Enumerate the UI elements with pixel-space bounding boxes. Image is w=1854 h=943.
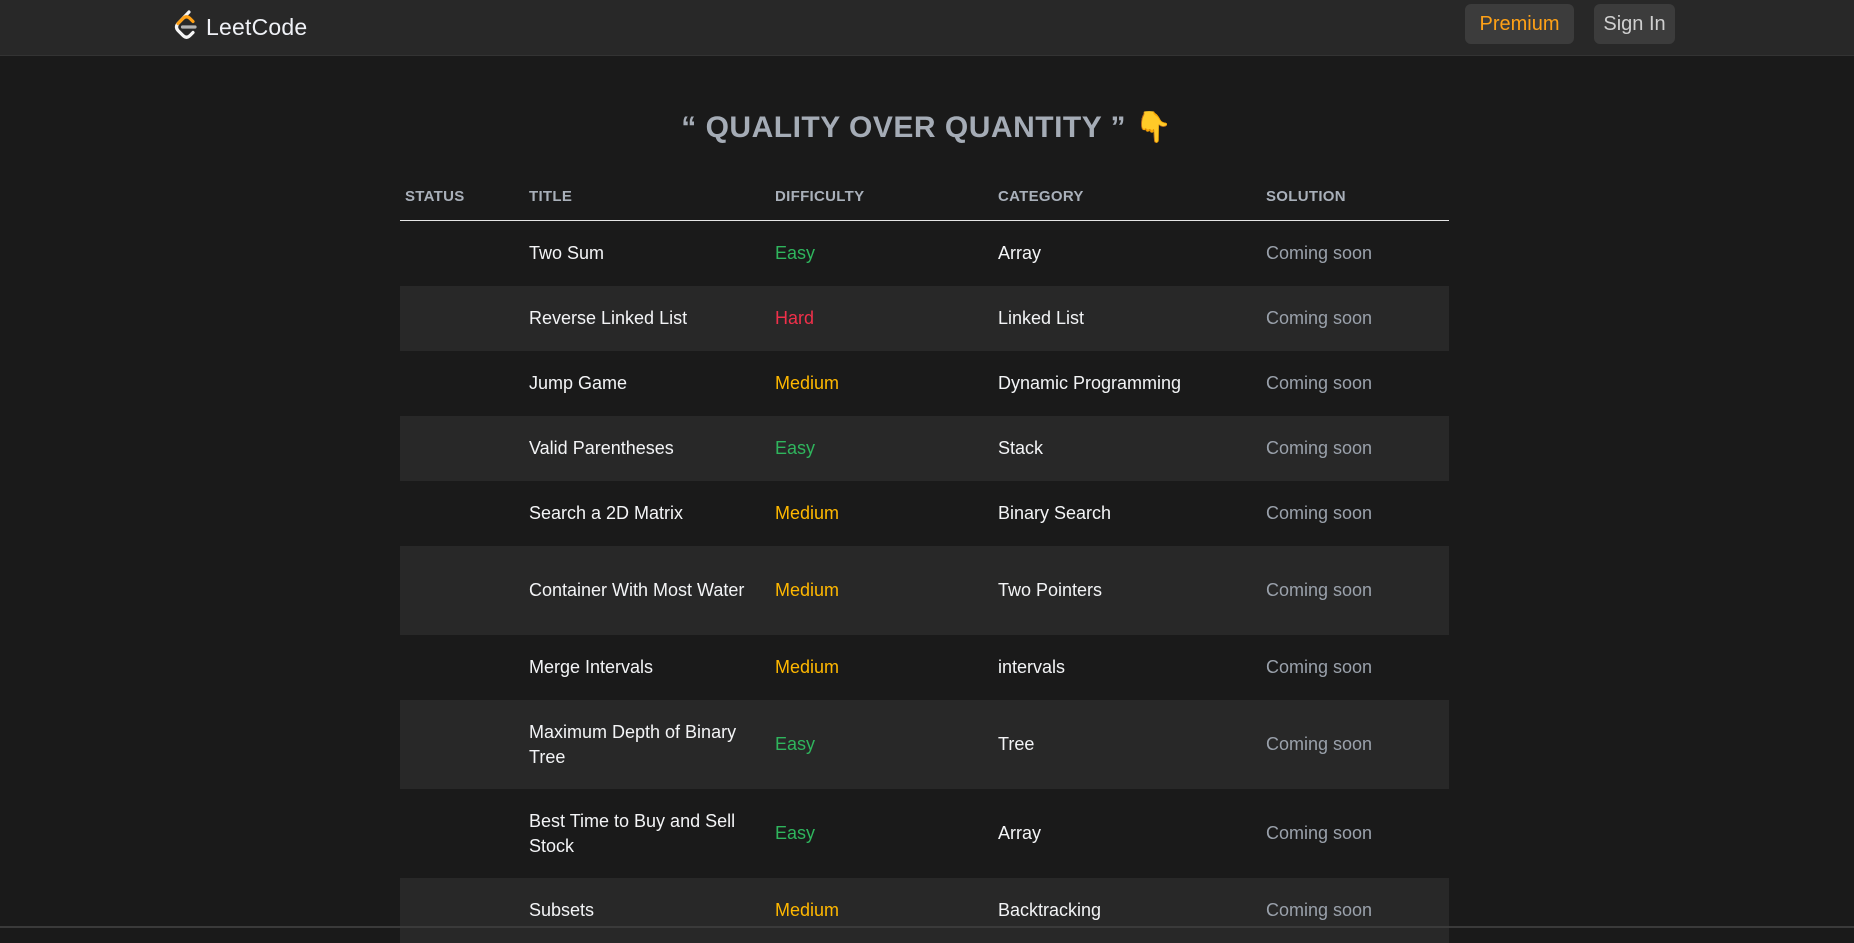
difficulty-label: Medium <box>775 580 840 600</box>
problem-title-link[interactable]: Jump Game <box>524 371 770 396</box>
solution-label: Coming soon <box>1266 734 1373 754</box>
category-label: Two Pointers <box>998 580 1103 600</box>
header-category[interactable]: CATEGORY <box>993 188 1261 205</box>
category-label: Array <box>998 243 1042 263</box>
difficulty-label: Medium <box>775 657 840 677</box>
solution-label: Coming soon <box>1266 657 1373 677</box>
table-row[interactable]: Merge Intervals Medium intervals Coming … <box>400 635 1449 700</box>
problem-title-link[interactable]: Reverse Linked List <box>524 306 770 331</box>
category-label: Tree <box>998 734 1035 754</box>
page-headline: “ QUALITY OVER QUANTITY ” 👇 <box>0 103 1854 153</box>
sign-in-button[interactable]: Sign In <box>1594 4 1675 44</box>
difficulty-label: Hard <box>775 308 815 328</box>
header-title[interactable]: TITLE <box>524 188 770 205</box>
problem-title-link[interactable]: Best Time to Buy and Sell Stock <box>524 809 770 859</box>
premium-button[interactable]: Premium <box>1465 4 1574 44</box>
problem-title-link[interactable]: Two Sum <box>524 241 770 266</box>
solution-label: Coming soon <box>1266 308 1373 328</box>
solution-label: Coming soon <box>1266 373 1373 393</box>
problem-title-link[interactable]: Merge Intervals <box>524 655 770 680</box>
solution-label: Coming soon <box>1266 580 1373 600</box>
headline-text: “ QUALITY OVER QUANTITY ” <box>681 111 1127 144</box>
table-row[interactable]: Subsets Medium Backtracking Coming soon <box>400 878 1449 943</box>
table-row[interactable]: Valid Parentheses Easy Stack Coming soon <box>400 416 1449 481</box>
category-label: Dynamic Programming <box>998 373 1182 393</box>
top-navbar: LeetCode Premium Sign In <box>0 0 1854 56</box>
solution-label: Coming soon <box>1266 243 1373 263</box>
problem-title-link[interactable]: Maximum Depth of Binary Tree <box>524 720 770 770</box>
table-row[interactable]: Search a 2D Matrix Medium Binary Search … <box>400 481 1449 546</box>
leetcode-logo-icon <box>174 10 197 39</box>
table-header: STATUS TITLE DIFFICULTY CATEGORY SOLUTIO… <box>400 172 1449 221</box>
difficulty-label: Medium <box>775 503 840 523</box>
difficulty-label: Easy <box>775 823 816 843</box>
header-difficulty[interactable]: DIFFICULTY <box>770 188 993 205</box>
category-label: Array <box>998 823 1042 843</box>
table-row[interactable]: Container With Most Water Medium Two Poi… <box>400 546 1449 635</box>
difficulty-label: Medium <box>775 373 840 393</box>
difficulty-label: Easy <box>775 243 816 263</box>
solution-label: Coming soon <box>1266 438 1373 458</box>
problem-title-link[interactable]: Valid Parentheses <box>524 436 770 461</box>
category-label: intervals <box>998 657 1066 677</box>
difficulty-label: Medium <box>775 900 840 920</box>
table-row[interactable]: Maximum Depth of Binary Tree Easy Tree C… <box>400 700 1449 789</box>
problems-table: STATUS TITLE DIFFICULTY CATEGORY SOLUTIO… <box>400 172 1449 943</box>
table-row[interactable]: Two Sum Easy Array Coming soon <box>400 221 1449 286</box>
table-row[interactable]: Jump Game Medium Dynamic Programming Com… <box>400 351 1449 416</box>
category-label: Linked List <box>998 308 1085 328</box>
leetcode-logo-link[interactable]: LeetCode <box>172 10 307 44</box>
pointing-down-icon: 👇 <box>1134 110 1173 145</box>
problem-title-link[interactable]: Search a 2D Matrix <box>524 501 770 526</box>
table-row[interactable]: Reverse Linked List Hard Linked List Com… <box>400 286 1449 351</box>
problem-title-link[interactable]: Subsets <box>524 898 770 923</box>
header-solution[interactable]: SOLUTION <box>1261 188 1449 205</box>
solution-label: Coming soon <box>1266 503 1373 523</box>
category-label: Stack <box>998 438 1044 458</box>
category-label: Backtracking <box>998 900 1102 920</box>
table-row[interactable]: Best Time to Buy and Sell Stock Easy Arr… <box>400 789 1449 878</box>
solution-label: Coming soon <box>1266 900 1373 920</box>
header-status[interactable]: STATUS <box>400 188 524 205</box>
difficulty-label: Easy <box>775 438 816 458</box>
category-label: Binary Search <box>998 503 1112 523</box>
solution-label: Coming soon <box>1266 823 1373 843</box>
problem-title-link[interactable]: Container With Most Water <box>524 578 770 603</box>
logo-text: LeetCode <box>206 13 308 40</box>
difficulty-label: Easy <box>775 734 816 754</box>
